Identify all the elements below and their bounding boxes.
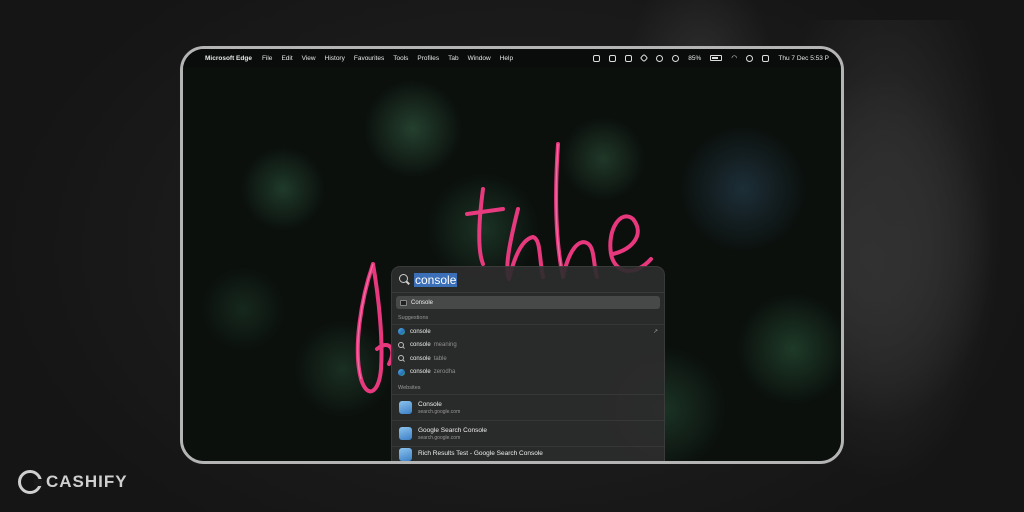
menu-profiles[interactable]: Profiles xyxy=(417,55,439,62)
suggestion-term: console xyxy=(410,369,431,376)
menu-tools[interactable]: Tools xyxy=(393,55,408,62)
battery-percent: 85% xyxy=(688,54,702,62)
macos-menu-bar: Microsoft Edge File Edit View History Fa… xyxy=(183,49,841,67)
menu-app-name[interactable]: Microsoft Edge xyxy=(205,55,252,62)
search-icon xyxy=(398,341,405,349)
menu-help[interactable]: Help xyxy=(500,55,513,62)
suggestion-item[interactable]: console meaning xyxy=(392,339,664,353)
dropbox-icon[interactable] xyxy=(625,54,633,62)
cashify-logo-icon xyxy=(18,470,42,494)
suggestion-hint: table xyxy=(433,355,447,362)
spotlight-search-panel: console Console Suggestions console ↗ co… xyxy=(391,266,665,461)
website-text: Google Search Console search.google.com xyxy=(418,427,487,441)
website-text: Rich Results Test - Google Search Consol… xyxy=(418,450,543,458)
play-icon[interactable] xyxy=(672,54,680,62)
websites-heading: Websites xyxy=(392,379,664,395)
menu-bar-clock[interactable]: Thu 7 Dec 5:53 P xyxy=(778,55,829,62)
suggestion-hint: meaning xyxy=(433,342,457,349)
top-hit-label: Console xyxy=(411,299,434,306)
suggestion-item[interactable]: console zerodha xyxy=(392,366,664,380)
suggestions-heading: Suggestions xyxy=(392,309,664,325)
website-text: Console search.google.com xyxy=(418,401,460,415)
website-result[interactable]: Rich Results Test - Google Search Consol… xyxy=(392,447,664,461)
screen-mirror-icon[interactable] xyxy=(593,54,601,62)
terminal-app-icon xyxy=(400,299,407,306)
menu-file[interactable]: File xyxy=(262,55,272,62)
suggestion-term: console xyxy=(410,328,431,335)
edge-icon xyxy=(398,368,405,376)
safari-website-icon xyxy=(399,447,412,461)
control-center-icon[interactable] xyxy=(762,54,770,62)
safari-website-icon xyxy=(399,427,412,440)
search-icon xyxy=(399,274,410,285)
wifi-icon[interactable]: ◠ xyxy=(731,54,737,62)
website-title: Console xyxy=(418,400,442,408)
window-icon[interactable] xyxy=(609,54,617,62)
safari-website-icon xyxy=(399,401,412,414)
menu-edit[interactable]: Edit xyxy=(281,55,292,62)
website-url: search.google.com xyxy=(418,408,461,415)
website-url: search.google.com xyxy=(418,434,461,441)
edge-icon xyxy=(398,328,405,336)
watermark-text: CASHIFY xyxy=(46,472,128,491)
suggestion-term: console xyxy=(410,342,431,349)
cashify-watermark: CASHIFY xyxy=(18,470,128,494)
website-title: Rich Results Test - Google Search Consol… xyxy=(418,450,543,457)
menu-window[interactable]: Window xyxy=(468,55,491,62)
website-result[interactable]: Console search.google.com xyxy=(392,395,664,421)
spotlight-search-field[interactable]: console xyxy=(392,267,664,293)
search-icon xyxy=(398,355,405,362)
suggestion-item[interactable]: console table xyxy=(392,352,664,366)
laptop-screen: Microsoft Edge File Edit View History Fa… xyxy=(180,46,844,464)
website-title: Google Search Console xyxy=(418,426,488,434)
website-result[interactable]: Google Search Console search.google.com xyxy=(392,421,664,447)
menu-view[interactable]: View xyxy=(302,55,316,62)
search-query-text[interactable]: console xyxy=(414,272,458,287)
menu-favourites[interactable]: Favourites xyxy=(354,55,384,62)
suggestion-item[interactable]: console ↗ xyxy=(392,325,664,339)
battery-icon[interactable] xyxy=(710,55,723,61)
spotlight-icon[interactable] xyxy=(746,54,754,62)
menu-tab[interactable]: Tab xyxy=(448,55,458,62)
record-icon[interactable] xyxy=(656,54,664,62)
top-hit-result[interactable]: Console xyxy=(396,296,660,309)
suggestion-hint: zerodha xyxy=(433,369,456,376)
menu-bar-status-area: 85% ◠ Thu 7 Dec 5:53 P xyxy=(593,53,829,63)
arrow-up-right-icon: ↗ xyxy=(652,329,658,336)
menu-history[interactable]: History xyxy=(325,55,345,62)
suggestion-term: console xyxy=(410,355,431,362)
vpn-icon[interactable] xyxy=(640,53,649,63)
